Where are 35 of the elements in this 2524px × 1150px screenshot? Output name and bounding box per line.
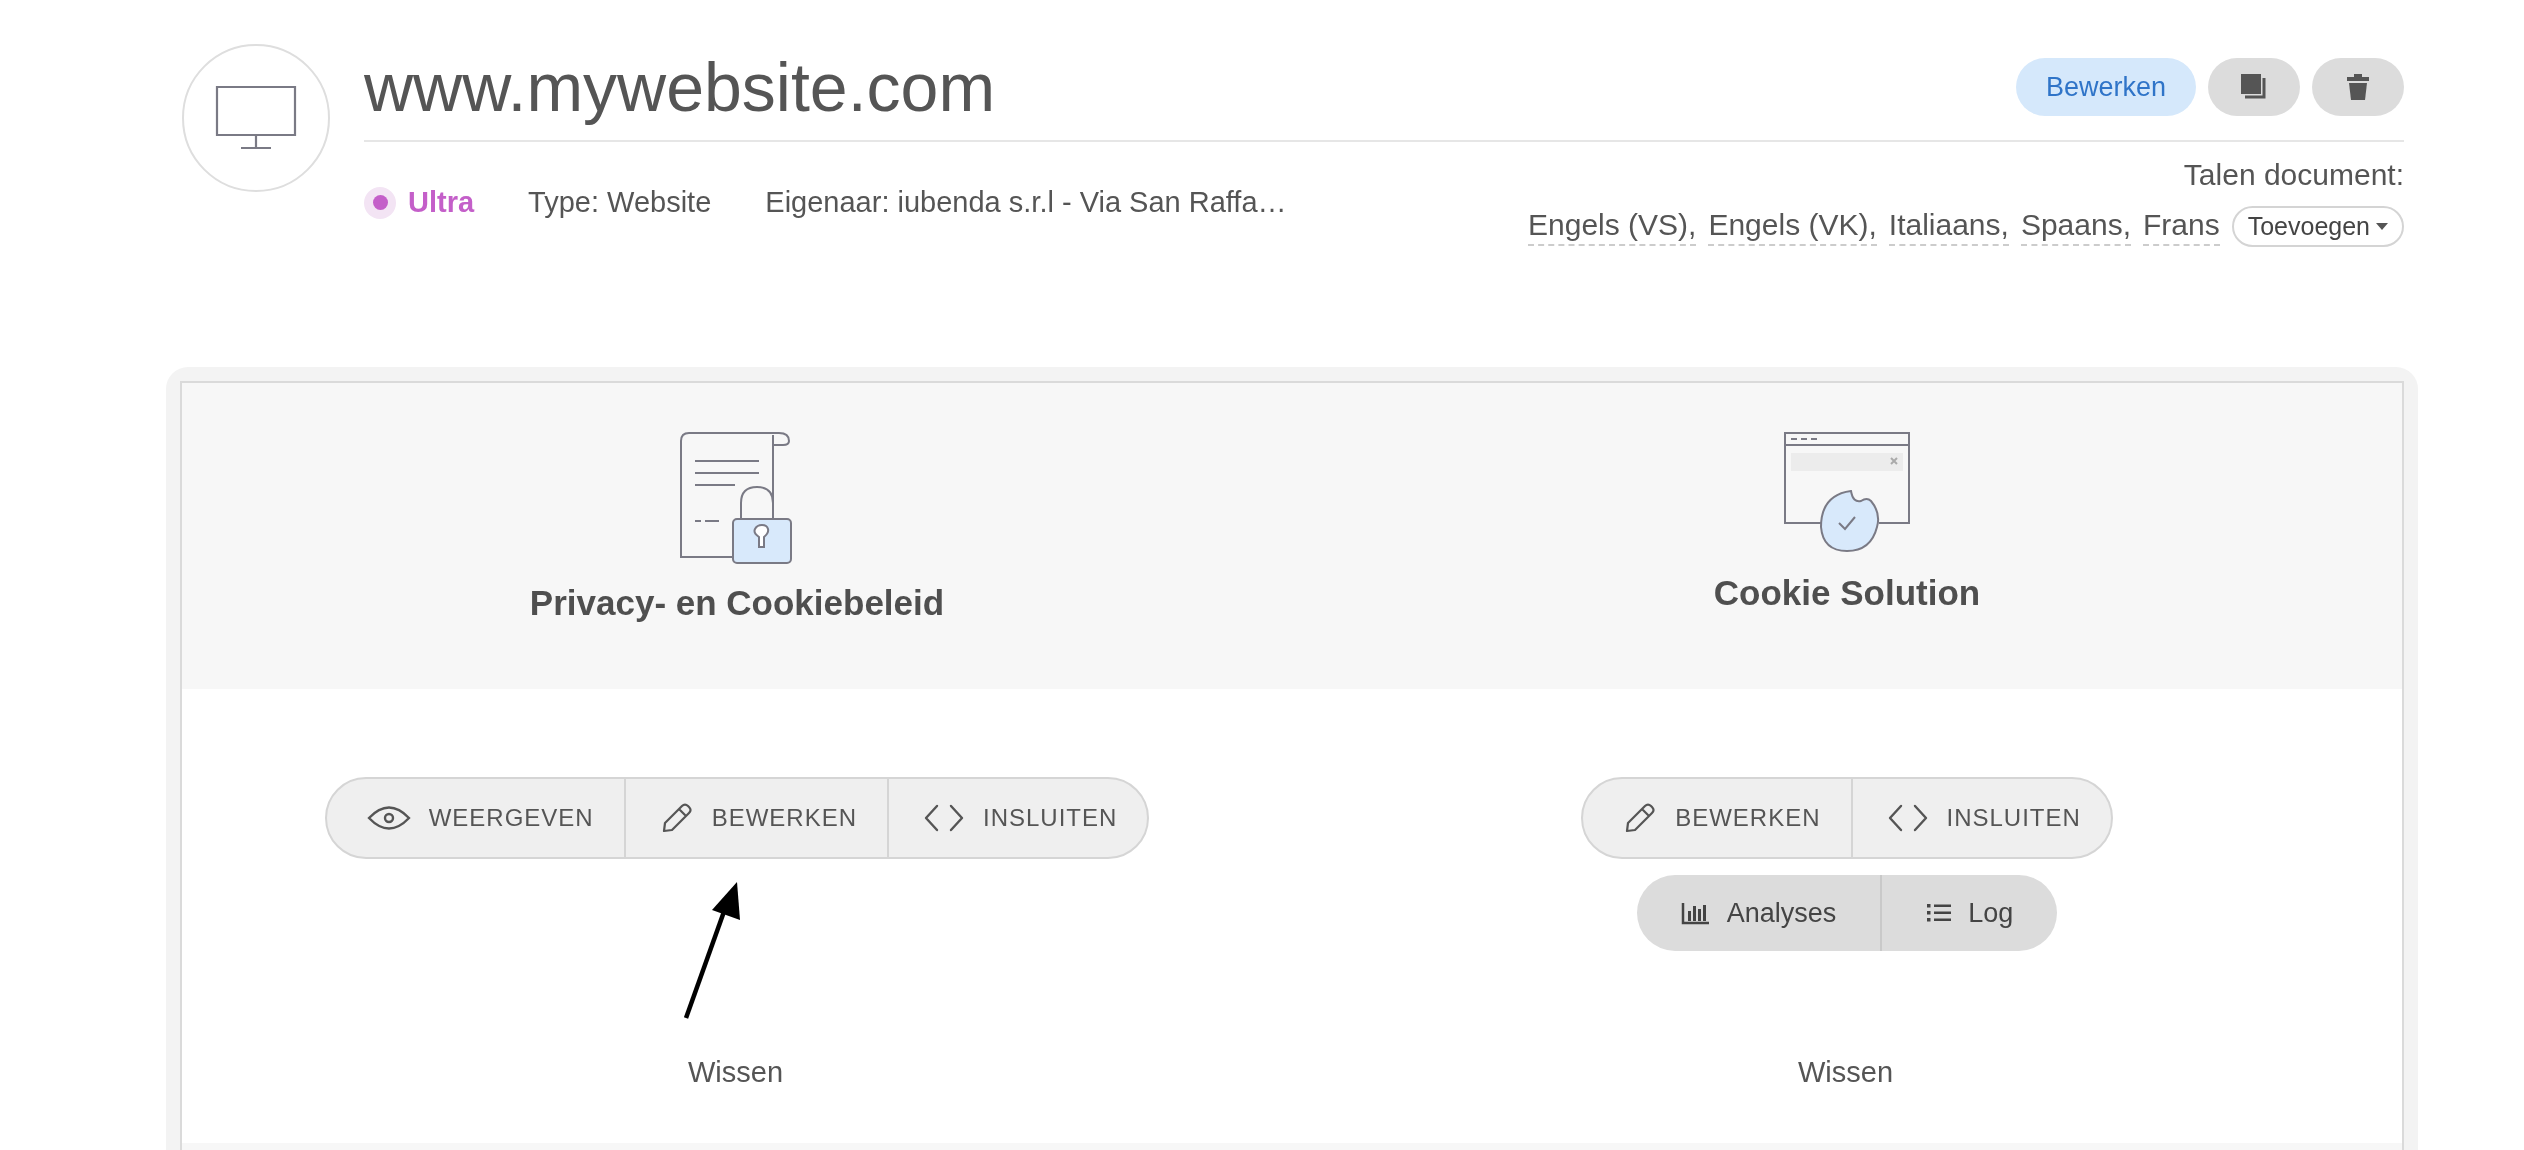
secondary-button[interactable]: Analyses bbox=[1636, 875, 1881, 951]
copy-icon bbox=[2239, 72, 2269, 102]
bar-chart-icon bbox=[1680, 901, 1711, 925]
monitor-icon bbox=[215, 85, 297, 151]
delete-link[interactable]: Wissen bbox=[688, 1056, 784, 1089]
language-link[interactable]: Engels (VK), bbox=[1708, 207, 1877, 246]
plan-label: Ultra bbox=[408, 186, 475, 219]
code-icon bbox=[1886, 803, 1929, 833]
languages-label: Talen document: bbox=[2183, 158, 2404, 192]
action-button[interactable]: WEERGEVEN bbox=[326, 779, 624, 857]
site-type: Type: Website bbox=[528, 186, 712, 219]
product-title: Privacy- en Cookiebeleid bbox=[529, 583, 945, 623]
document-lock-icon bbox=[679, 431, 795, 565]
product-title: Cookie Solution bbox=[1713, 573, 1981, 613]
edit-button[interactable]: Bewerken bbox=[2015, 58, 2196, 116]
language-link[interactable]: Frans bbox=[2143, 207, 2220, 246]
list-icon bbox=[1926, 902, 1953, 924]
trash-icon bbox=[2346, 73, 2370, 101]
caret-icon bbox=[2376, 223, 2388, 230]
eye-icon bbox=[366, 805, 411, 831]
browser-cookie-icon bbox=[1783, 431, 1911, 555]
pencil-icon bbox=[1623, 801, 1658, 835]
site-owner: Eigenaar: iubenda s.r.l - Via San Raffa… bbox=[765, 186, 1287, 219]
action-button[interactable]: BEWERKEN bbox=[623, 779, 887, 857]
language-link[interactable]: Engels (VS), bbox=[1528, 207, 1697, 246]
action-button[interactable]: INSLUITEN bbox=[887, 779, 1148, 857]
action-button[interactable]: BEWERKEN bbox=[1583, 779, 1851, 857]
language-link[interactable]: Spaans, bbox=[2020, 207, 2131, 246]
delete-link[interactable]: Wissen bbox=[1798, 1056, 1894, 1089]
action-button[interactable]: INSLUITEN bbox=[1850, 779, 2111, 857]
add-language-dropdown[interactable]: Toevoegen bbox=[2231, 206, 2404, 247]
code-icon bbox=[923, 803, 965, 833]
secondary-button[interactable]: Log bbox=[1880, 875, 2058, 951]
language-link[interactable]: Italiaans, bbox=[1888, 207, 2009, 246]
site-title: www.mywebsite.com bbox=[364, 48, 996, 126]
